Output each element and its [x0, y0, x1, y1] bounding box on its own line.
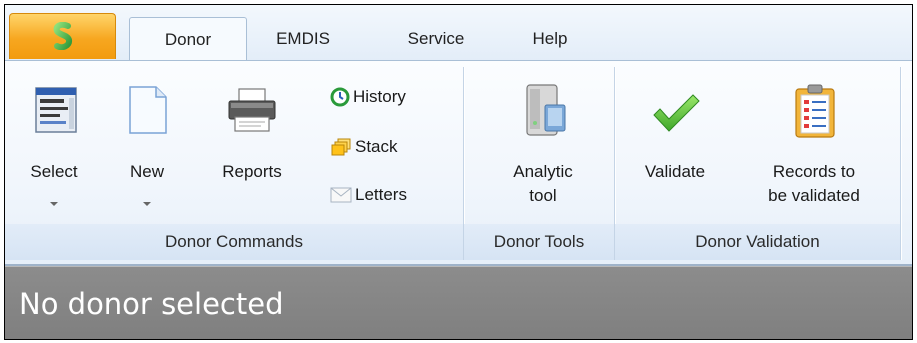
select-form-icon: [35, 87, 77, 133]
new-label: New: [129, 162, 164, 181]
analytic-tool-label-line1: Analytic: [513, 162, 573, 181]
records-label-line1: Records to: [772, 162, 856, 181]
stack-label: Stack: [355, 137, 398, 156]
history-label: History: [353, 87, 406, 106]
tab-service[interactable]: Service: [391, 17, 481, 61]
donor-status-banner: No donor selected: [5, 266, 912, 339]
analytic-tool-button[interactable]: Analytic tool: [473, 61, 613, 221]
stack-icon: [331, 138, 351, 156]
letters-label: Letters: [355, 185, 407, 204]
clipboard-checklist-icon: [795, 84, 835, 138]
select-label: Select: [30, 162, 78, 181]
tab-donor[interactable]: Donor: [129, 17, 247, 61]
printer-icon: [228, 88, 276, 132]
application-window: Donor EMDIS Service Help Select New Repo…: [4, 4, 913, 340]
new-button[interactable]: New: [117, 61, 177, 221]
analytic-tool-label-line2: tool: [529, 186, 557, 205]
chevron-down-icon: [50, 202, 58, 206]
status-message: No donor selected: [19, 287, 284, 321]
envelope-icon: [330, 187, 352, 203]
server-icon: [526, 84, 566, 136]
new-document-icon: [129, 86, 167, 134]
records-to-be-validated-button[interactable]: Records to be validated: [741, 61, 887, 221]
group-title-donor-validation: Donor Validation: [615, 224, 900, 260]
group-title-donor-tools: Donor Tools: [464, 224, 614, 260]
application-menu-button[interactable]: [9, 13, 116, 59]
tab-emdis[interactable]: EMDIS: [263, 17, 343, 61]
group-title-donor-commands: Donor Commands: [5, 224, 463, 260]
ribbon-panel: Select New Reports History Stack Letters…: [5, 61, 912, 264]
select-button[interactable]: Select: [19, 61, 89, 221]
tab-help[interactable]: Help: [520, 17, 580, 61]
reports-button[interactable]: Reports: [209, 61, 295, 221]
validate-label: Validate: [644, 162, 706, 181]
stack-button[interactable]: Stack: [330, 137, 398, 157]
checkmark-icon: [653, 94, 700, 132]
chevron-down-icon: [143, 202, 151, 206]
app-logo-icon: [53, 22, 73, 50]
letters-button[interactable]: Letters: [330, 185, 407, 205]
validate-button[interactable]: Validate: [627, 61, 723, 221]
history-button[interactable]: History: [330, 87, 406, 107]
group-separator: [900, 67, 901, 260]
history-clock-icon: [330, 87, 350, 107]
reports-label: Reports: [222, 162, 282, 181]
records-label-line2: be validated: [768, 186, 860, 205]
ribbon-tab-strip: Donor EMDIS Service Help: [5, 5, 912, 61]
